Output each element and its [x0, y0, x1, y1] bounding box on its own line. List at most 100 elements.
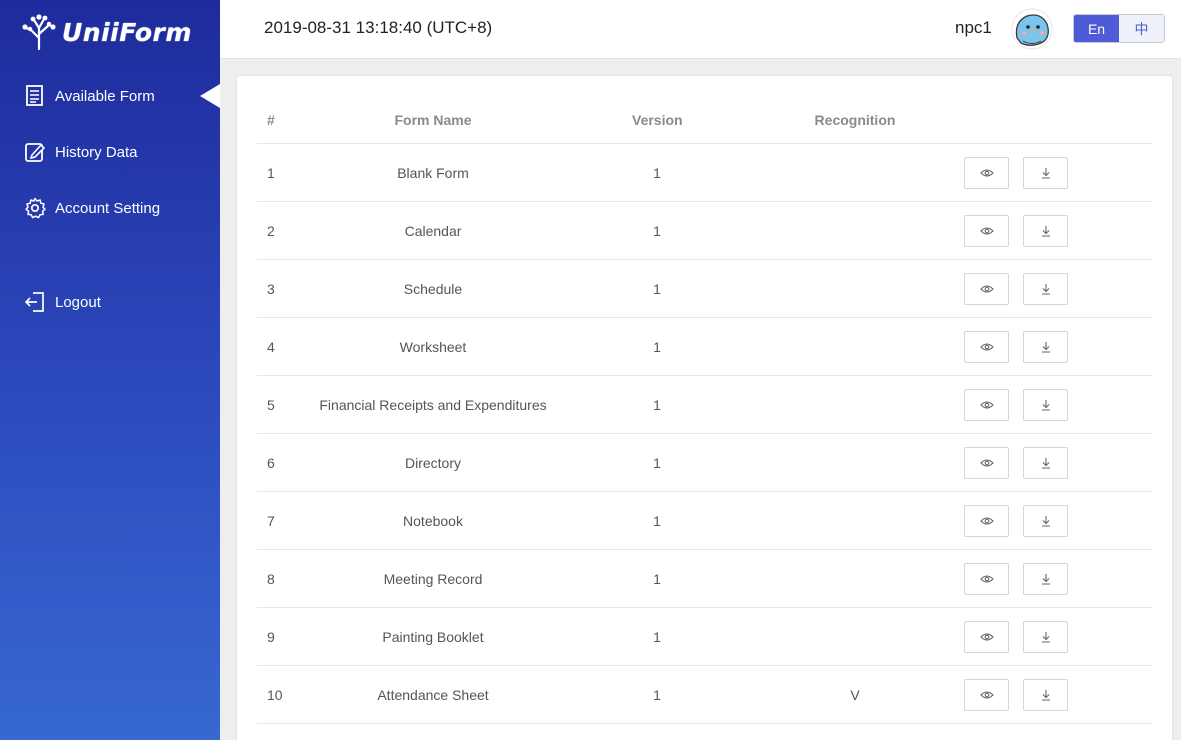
table-row: 10 Attendance Sheet 1 V	[257, 666, 1152, 724]
form-version: 1	[653, 223, 661, 239]
eye-icon	[979, 343, 994, 351]
eye-icon	[979, 459, 994, 467]
view-button[interactable]	[964, 273, 1009, 305]
download-icon	[1041, 284, 1050, 295]
view-button[interactable]	[964, 447, 1009, 479]
download-icon	[1041, 632, 1050, 643]
download-button[interactable]	[1023, 215, 1068, 247]
nav-label: Available Form	[55, 87, 155, 105]
view-button[interactable]	[964, 331, 1009, 363]
nav-item-account-setting[interactable]: Account Setting	[0, 188, 220, 228]
view-button[interactable]	[964, 157, 1009, 189]
eye-icon	[979, 285, 994, 293]
view-button[interactable]	[964, 215, 1009, 247]
row-number: 4	[267, 339, 275, 355]
view-button[interactable]	[964, 563, 1009, 595]
sidebar: UniiForm Available Form History Data Acc…	[0, 0, 220, 740]
table-row: 8 Meeting Record 1	[257, 550, 1152, 608]
form-version: 1	[653, 339, 661, 355]
nav-label: History Data	[55, 143, 138, 161]
nav-item-available-form[interactable]: Available Form	[0, 76, 220, 116]
nav-item-logout[interactable]: Logout	[0, 282, 220, 322]
lang-zh-button[interactable]: 中	[1119, 15, 1164, 42]
col-header-version: Version	[632, 112, 683, 128]
form-version: 1	[653, 455, 661, 471]
eye-icon	[979, 517, 994, 525]
language-toggle: En 中	[1073, 14, 1165, 43]
download-button[interactable]	[1023, 157, 1068, 189]
form-list-card: # Form Name Version Recognition 1 Blank …	[237, 76, 1172, 740]
top-header: 2019-08-31 13:18:40 (UTC+8) npc1 En 中	[220, 0, 1181, 59]
eye-icon	[979, 227, 994, 235]
table-row: 9 Painting Booklet 1	[257, 608, 1152, 666]
download-button[interactable]	[1023, 389, 1068, 421]
col-header-recognition: Recognition	[814, 112, 896, 128]
row-number: 3	[267, 281, 275, 297]
download-icon	[1041, 342, 1050, 353]
form-name: Worksheet	[399, 339, 467, 355]
logo: UniiForm	[22, 12, 192, 52]
download-button[interactable]	[1023, 621, 1068, 653]
nav-label: Account Setting	[55, 199, 161, 217]
table-row: 1 Blank Form 1	[257, 144, 1152, 202]
form-version: 1	[653, 571, 661, 587]
eye-icon	[979, 169, 994, 177]
avatar[interactable]	[1011, 8, 1053, 50]
download-icon	[1041, 400, 1050, 411]
edit-icon	[24, 141, 46, 163]
form-version: 1	[653, 165, 661, 181]
table-row: 2 Calendar 1	[257, 202, 1152, 260]
lang-en-button[interactable]: En	[1074, 15, 1119, 42]
row-number: 6	[267, 455, 275, 471]
nav-item-history-data[interactable]: History Data	[0, 132, 220, 172]
form-version: 1	[653, 397, 661, 413]
form-name: Calendar	[404, 223, 462, 239]
download-button[interactable]	[1023, 447, 1068, 479]
download-button[interactable]	[1023, 331, 1068, 363]
tree-logo-icon	[22, 14, 56, 50]
form-name: Attendance Sheet	[377, 687, 489, 703]
row-number: 8	[267, 571, 275, 587]
form-name: Schedule	[403, 281, 463, 297]
document-icon	[24, 85, 46, 107]
eye-icon	[979, 691, 994, 699]
table-body: 1 Blank Form 1 2 Calendar 1 3 Schedule 1…	[257, 144, 1152, 724]
form-recognition: V	[850, 687, 860, 703]
app-root: UniiForm Available Form History Data Acc…	[0, 0, 1181, 740]
eye-icon	[979, 575, 994, 583]
bird-avatar-icon	[1011, 8, 1053, 50]
download-icon	[1041, 168, 1050, 179]
form-name: Directory	[404, 455, 461, 471]
download-icon	[1041, 458, 1050, 469]
row-number: 2	[267, 223, 275, 239]
col-header-num: #	[267, 112, 275, 128]
form-version: 1	[653, 281, 661, 297]
forms-table: # Form Name Version Recognition 1 Blank …	[257, 96, 1152, 724]
row-number: 10	[267, 687, 283, 703]
form-name: Painting Booklet	[382, 629, 484, 645]
table-row: 7 Notebook 1	[257, 492, 1152, 550]
form-name: Financial Receipts and Expenditures	[319, 397, 547, 413]
download-button[interactable]	[1023, 679, 1068, 711]
row-number: 7	[267, 513, 275, 529]
form-version: 1	[653, 513, 661, 529]
form-version: 1	[653, 629, 661, 645]
logo-text: UniiForm	[62, 17, 192, 47]
form-name: Meeting Record	[383, 571, 483, 587]
row-number: 5	[267, 397, 275, 413]
download-button[interactable]	[1023, 273, 1068, 305]
view-button[interactable]	[964, 505, 1009, 537]
view-button[interactable]	[964, 389, 1009, 421]
download-button[interactable]	[1023, 563, 1068, 595]
username: npc1	[955, 18, 992, 37]
view-button[interactable]	[964, 621, 1009, 653]
download-button[interactable]	[1023, 505, 1068, 537]
view-button[interactable]	[964, 679, 1009, 711]
gear-icon	[24, 197, 46, 219]
row-number: 9	[267, 629, 275, 645]
form-version: 1	[653, 687, 661, 703]
row-number: 1	[267, 165, 275, 181]
form-name: Blank Form	[397, 165, 469, 181]
download-icon	[1041, 226, 1050, 237]
eye-icon	[979, 401, 994, 409]
